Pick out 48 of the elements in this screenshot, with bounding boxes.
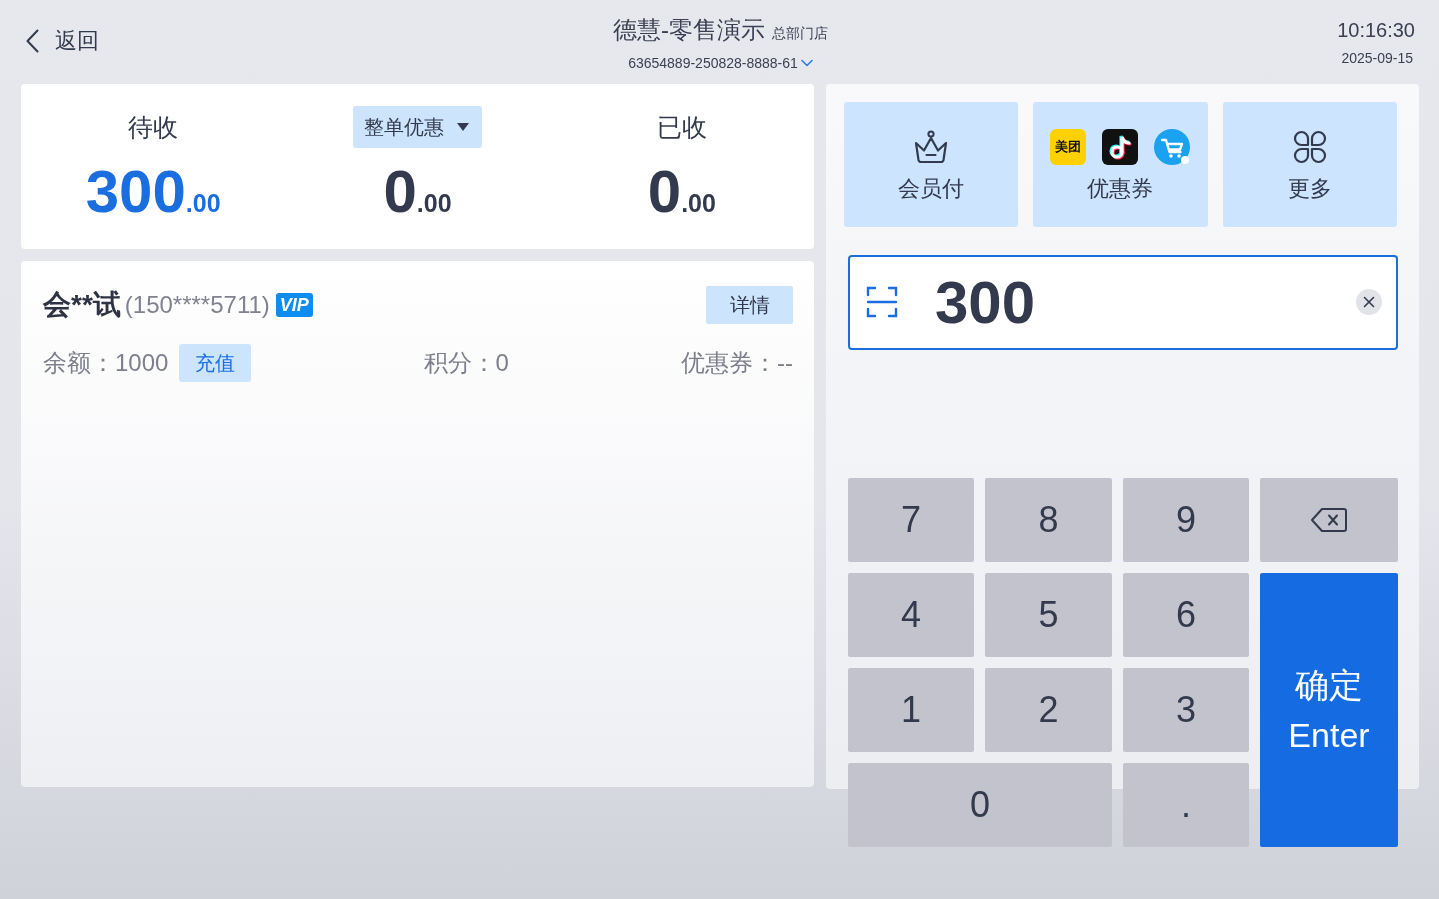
enter-button[interactable]: 确定 Enter	[1260, 573, 1398, 847]
points-text: 积分：0	[423, 348, 509, 378]
shopping-cart-logo-icon	[1154, 129, 1191, 165]
amount-value: 300.00	[85, 162, 221, 222]
clock-time: 10:16:30	[1337, 18, 1415, 42]
chevron-left-icon	[26, 29, 39, 53]
clear-button[interactable]	[1356, 289, 1382, 315]
vip-badge: VIP	[275, 293, 313, 317]
backspace-icon	[1310, 507, 1348, 533]
text-logo: 美团	[1050, 129, 1087, 165]
amount-value: 0.00	[647, 162, 716, 222]
amount-value: 0.00	[383, 162, 452, 222]
member-phone: (150****5711)	[124, 291, 270, 319]
store-name: 总部门店	[772, 24, 828, 43]
details-button[interactable]: 详情	[706, 286, 793, 324]
scan-icon[interactable]	[866, 286, 898, 318]
keypad-key[interactable]: 2	[985, 668, 1112, 752]
payment-method-button[interactable]: 更多	[1222, 102, 1397, 227]
payment-method-button[interactable]: 美团 优惠券	[1033, 102, 1208, 227]
back-button[interactable]: 返回	[26, 28, 99, 54]
crown-icon	[913, 130, 950, 164]
keypad-key[interactable]: 4	[848, 573, 974, 657]
chevron-down-icon	[800, 59, 813, 67]
music-note-logo-icon	[1102, 129, 1139, 165]
discount-dropdown[interactable]: 整单优惠	[353, 106, 482, 148]
amount-input[interactable]: 300	[848, 255, 1398, 350]
keypad-key[interactable]: 1	[848, 668, 974, 752]
order-number-dropdown[interactable]: 63654889-250828-8888-61	[628, 53, 813, 73]
recharge-button[interactable]: 充值	[179, 344, 252, 382]
store-title: 德慧-零售演示	[613, 15, 765, 45]
keypad-key[interactable]: 7	[848, 478, 974, 562]
keypad-key[interactable]: 3	[1123, 668, 1249, 752]
member-name: 会**试	[43, 288, 121, 322]
amount-label: 待收	[128, 112, 179, 143]
payment-method-button[interactable]: 会员付	[844, 102, 1019, 227]
balance-text: 余额：1000	[43, 348, 169, 378]
amount-label: 已收	[656, 112, 707, 143]
keypad-key[interactable]: 6	[1123, 573, 1249, 657]
keypad-key[interactable]: 5	[985, 573, 1112, 657]
coupons-text: 优惠券：--	[681, 348, 793, 378]
clock-date: 2025-09-15	[1341, 49, 1413, 67]
keypad-key[interactable]: 0	[848, 763, 1112, 847]
four-petal-icon	[1291, 130, 1328, 164]
keypad-key[interactable]: 8	[985, 478, 1112, 562]
keypad-key[interactable]: 9	[1123, 478, 1249, 562]
caret-down-icon	[457, 123, 469, 131]
keypad-key[interactable]: .	[1123, 763, 1249, 847]
backspace-button[interactable]	[1260, 478, 1398, 562]
